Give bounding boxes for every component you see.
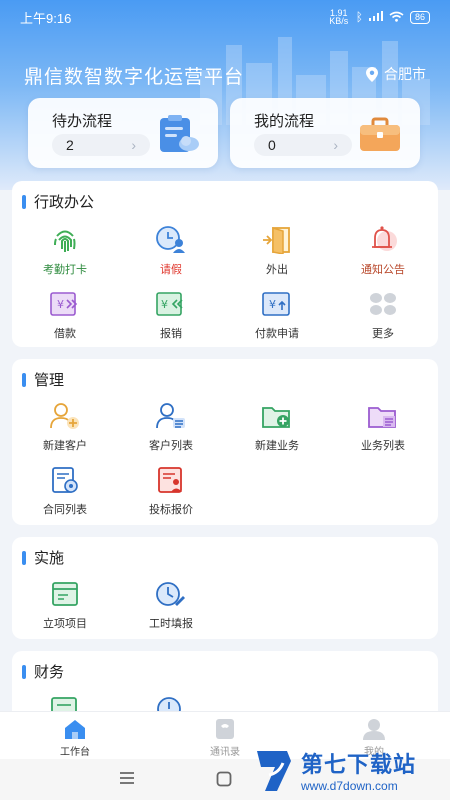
- new-business-label: 新建业务: [255, 440, 299, 452]
- payment-icon: ¥: [260, 289, 294, 319]
- my-flow-count[interactable]: 0 ›: [254, 134, 352, 156]
- chevron-right-icon: ›: [131, 137, 136, 153]
- finance-section-title: 财务: [34, 664, 65, 681]
- attendance-item[interactable]: 考勤打卡: [12, 225, 118, 277]
- todo-count-value: 2: [66, 137, 74, 153]
- project-item[interactable]: 立项项目: [12, 579, 118, 631]
- business-list-item[interactable]: 业务列表: [330, 401, 436, 453]
- payment-request-label: 付款申请: [255, 328, 299, 340]
- my-count-value: 0: [268, 137, 276, 153]
- timesheet-label: 工时填报: [149, 618, 193, 630]
- manage-section-title: 管理: [34, 372, 65, 389]
- section-marker: [22, 550, 26, 565]
- reimburse-label: 报销: [160, 328, 182, 340]
- wifi-icon: [389, 11, 404, 24]
- section-marker: [22, 194, 26, 209]
- loan-icon: ¥: [48, 289, 82, 319]
- battery-icon: 86: [409, 10, 430, 24]
- leave-clock-icon: [154, 225, 188, 255]
- manage-section: 管理 新建客户 客户列表 新建业务 业务列表 合同列表 投标报价: [12, 359, 438, 525]
- new-customer-item[interactable]: 新建客户: [12, 401, 118, 453]
- timesheet-icon: [154, 579, 188, 609]
- project-label: 立项项目: [43, 618, 87, 630]
- more-label: 更多: [372, 328, 394, 340]
- business-list-icon: [366, 401, 400, 431]
- bluetooth-icon: ᛒ: [355, 10, 363, 24]
- bid-quote-icon: [154, 465, 188, 495]
- bid-quote-item[interactable]: 投标报价: [118, 465, 224, 517]
- location-pin-icon: [366, 66, 378, 82]
- new-customer-label: 新建客户: [43, 440, 87, 452]
- customer-list-item[interactable]: 客户列表: [118, 401, 224, 453]
- my-flow-card[interactable]: 我的流程 0 ›: [230, 98, 420, 168]
- status-bar: 上午9:16 1.91 KB/s ᛒ 86: [0, 0, 450, 34]
- go-out-door-icon: [260, 225, 294, 255]
- network-speed: 1.91 KB/s: [329, 8, 349, 26]
- project-icon: [48, 579, 82, 609]
- tab-workbench[interactable]: 工作台: [35, 718, 115, 758]
- implement-section-title: 实施: [34, 550, 65, 567]
- payment-request-item[interactable]: ¥ 付款申请: [224, 289, 330, 341]
- watermark-url: www.d7down.com: [301, 779, 398, 793]
- go-out-label: 外出: [266, 264, 288, 276]
- site-watermark: 第七下载站 www.d7down.com: [253, 740, 450, 800]
- admin-section: 行政办公 考勤打卡 请假 外出 通知公告 ¥ 借款 ¥ 报销 ¥ 付款申请 更多: [12, 181, 438, 347]
- new-business-item[interactable]: 新建业务: [224, 401, 330, 453]
- location-selector[interactable]: 合肥市: [366, 64, 426, 84]
- customer-list-icon: [154, 401, 188, 431]
- contract-list-label: 合同列表: [43, 504, 87, 516]
- leave-label: 请假: [160, 264, 182, 276]
- leave-item[interactable]: 请假: [118, 225, 224, 277]
- more-item[interactable]: 更多: [330, 289, 436, 341]
- chevron-right-icon: ›: [333, 137, 338, 153]
- status-time: 上午9:16: [20, 10, 72, 26]
- bell-icon: [366, 225, 400, 255]
- watermark-logo: [257, 751, 291, 791]
- more-grid-icon: [366, 289, 400, 319]
- notice-item[interactable]: 通知公告: [330, 225, 436, 277]
- attendance-label: 考勤打卡: [43, 264, 87, 276]
- reimburse-icon: ¥: [154, 289, 188, 319]
- bid-quote-label: 投标报价: [149, 504, 193, 516]
- tab-workbench-label: 工作台: [60, 747, 90, 758]
- tab-contacts-label: 通讯录: [210, 747, 240, 758]
- svg-text:¥: ¥: [57, 298, 64, 311]
- timesheet-item[interactable]: 工时填报: [118, 579, 224, 631]
- briefcase-icon: [360, 117, 400, 151]
- loan-label: 借款: [54, 328, 76, 340]
- add-business-icon: [260, 401, 294, 431]
- add-customer-icon: [48, 401, 82, 431]
- svg-text:¥: ¥: [161, 298, 168, 311]
- fingerprint-icon: [48, 225, 82, 255]
- section-marker: [22, 372, 26, 387]
- admin-section-title: 行政办公: [34, 194, 95, 211]
- location-label: 合肥市: [384, 66, 426, 82]
- menu-icon[interactable]: [119, 771, 135, 790]
- watermark-name: 第七下载站: [301, 752, 417, 777]
- todo-flow-card[interactable]: 待办流程 2 ›: [28, 98, 218, 168]
- my-flow-title: 我的流程: [254, 113, 315, 130]
- clipboard-cloud-icon: [160, 115, 199, 152]
- app-title: 鼎信数智数字化运营平台: [24, 67, 245, 88]
- contract-list-item[interactable]: 合同列表: [12, 465, 118, 517]
- go-out-item[interactable]: 外出: [224, 225, 330, 277]
- customer-list-label: 客户列表: [149, 440, 193, 452]
- notice-label: 通知公告: [361, 264, 405, 276]
- home-icon: [65, 720, 85, 739]
- user-icon: [363, 719, 385, 740]
- reimburse-item[interactable]: ¥ 报销: [118, 289, 224, 341]
- todo-flow-count[interactable]: 2 ›: [52, 134, 150, 156]
- todo-flow-title: 待办流程: [52, 113, 113, 130]
- svg-text:¥: ¥: [269, 298, 276, 311]
- loan-item[interactable]: ¥ 借款: [12, 289, 118, 341]
- business-list-label: 业务列表: [361, 440, 405, 452]
- section-marker: [22, 664, 26, 679]
- home-square-icon[interactable]: [216, 771, 232, 792]
- implement-section: 实施 立项项目 工时填报: [12, 537, 438, 639]
- contacts-icon: [216, 719, 234, 739]
- contract-list-icon: [48, 465, 82, 495]
- signal-icon: [368, 11, 383, 23]
